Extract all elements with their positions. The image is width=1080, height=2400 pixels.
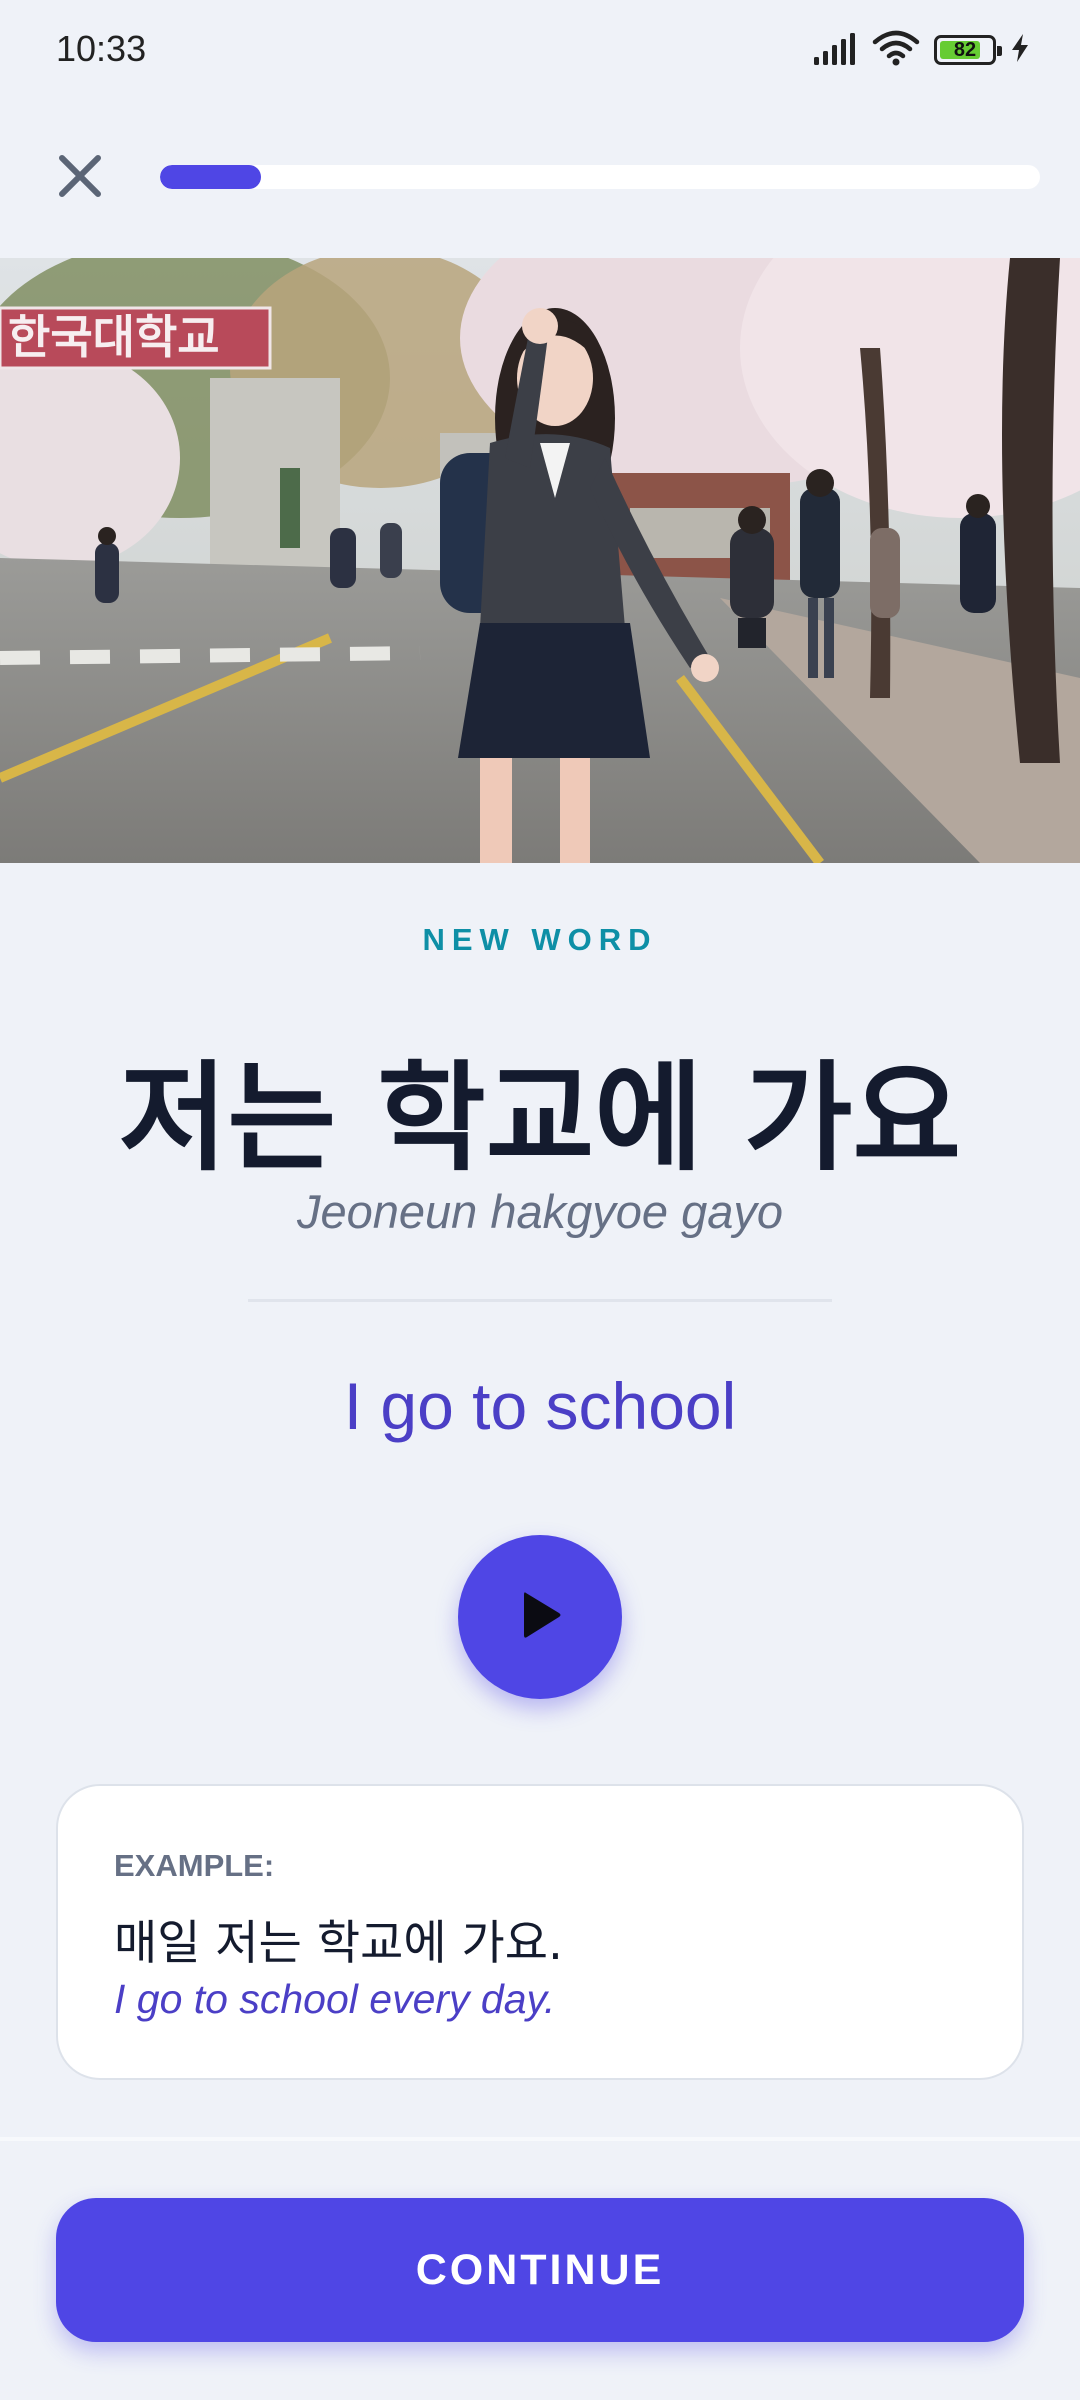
charging-icon: [1010, 33, 1030, 68]
lesson-progress-fill: [160, 165, 262, 189]
battery-cap: [997, 46, 1002, 56]
lesson-screen: 10:33 82 한국대학교 NEW WORD 저는 학교에 가요 Jeoneu…: [0, 0, 1080, 2400]
word-romanization: Jeoneun hakgyoe gayo: [296, 1185, 784, 1238]
status-bar: 10:33 82: [0, 0, 1080, 100]
content-divider: [248, 1299, 832, 1302]
play-icon: [512, 1587, 568, 1648]
new-word-label: NEW WORD: [422, 922, 658, 957]
hero-image: 한국대학교: [0, 258, 1080, 863]
continue-button[interactable]: CONTINUE: [56, 2198, 1024, 2342]
lesson-progress-bar: [160, 165, 1040, 189]
example-korean: 매일 저는 학교에 가요.: [114, 1916, 563, 1971]
close-button[interactable]: [48, 146, 112, 210]
close-icon: [56, 152, 104, 205]
battery-icon: 82: [934, 35, 1002, 65]
word-translation: I go to school: [343, 1369, 737, 1443]
status-icons: 82: [812, 30, 1030, 70]
example-label: EXAMPLE:: [114, 1848, 275, 1883]
signal-icon: [812, 31, 858, 70]
play-audio-button[interactable]: [458, 1535, 622, 1699]
campus-sign-text: 한국대학교: [8, 310, 220, 364]
footer-divider: [0, 2137, 1080, 2141]
example-english: I go to school every day.: [114, 1976, 556, 2022]
status-time: 10:33: [56, 28, 147, 69]
word-korean: 저는 학교에 가요: [118, 1049, 962, 1187]
example-card: EXAMPLE: 매일 저는 학교에 가요. I go to school ev…: [56, 1784, 1024, 2080]
wifi-icon: [872, 30, 920, 71]
battery-level-text: 82: [953, 38, 977, 61]
